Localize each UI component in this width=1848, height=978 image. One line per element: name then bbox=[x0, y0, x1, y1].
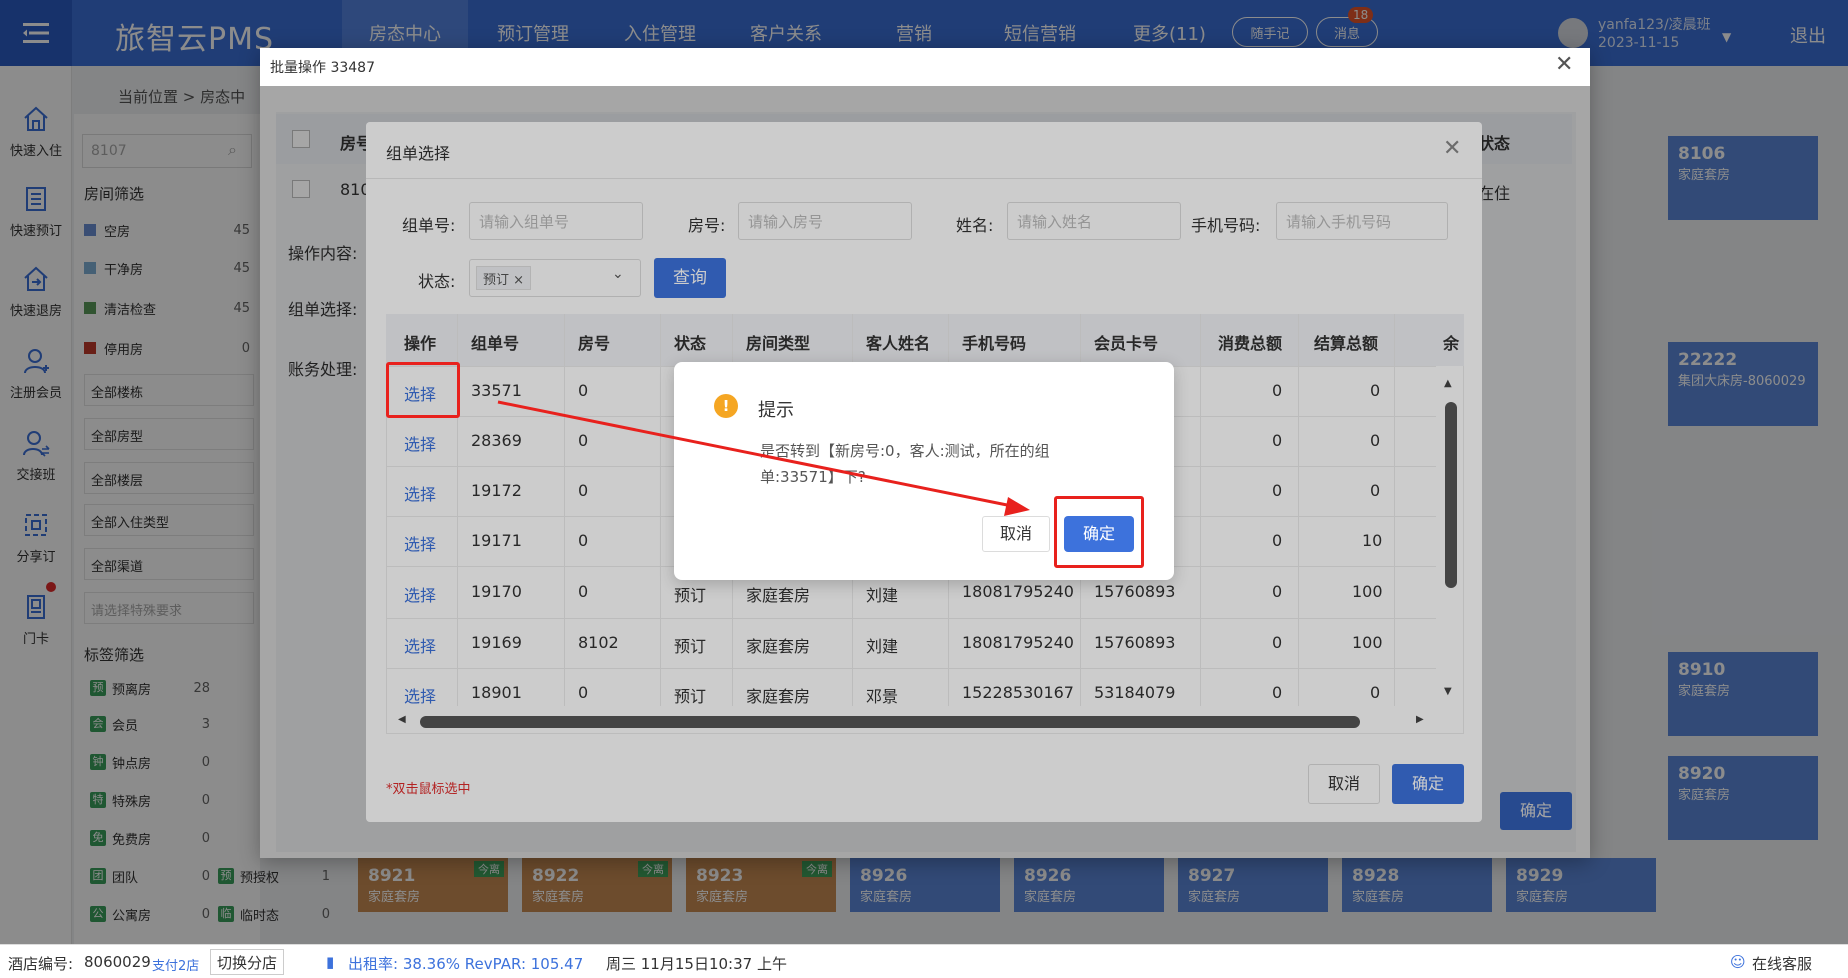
confirm-cancel-button[interactable]: 取消 bbox=[982, 516, 1050, 552]
annotation-highlight-ok bbox=[1054, 496, 1144, 568]
status-bar: 酒店编号: 8060029 支付2店 切换分店 ▮ 出租率: 38.36% Re… bbox=[0, 944, 1848, 978]
headset-icon[interactable]: ☺ bbox=[1730, 953, 1746, 971]
chart-icon: ▮ bbox=[326, 953, 335, 971]
switch-branch-button[interactable]: 切换分店 bbox=[210, 949, 285, 975]
store-no-label: 酒店编号: bbox=[8, 955, 74, 973]
current-datetime: 周三 11月15日10:37 上午 bbox=[606, 955, 787, 973]
annotation-highlight-select bbox=[386, 362, 460, 418]
store-no: 8060029 bbox=[84, 953, 151, 971]
warning-icon: ! bbox=[714, 394, 738, 418]
batch-dialog-title: 批量操作 33487 bbox=[270, 60, 375, 76]
confirm-message: 是否转到【新房号:0，客人:测试，所在的组单:33571】下? bbox=[760, 442, 1050, 486]
app-root: 旅智云PMS 房态中心 预订管理 入住管理 客户关系 营销 短信营销 更多(11… bbox=[0, 0, 1848, 978]
confirm-title: 提示 bbox=[758, 400, 794, 421]
branch-link[interactable]: 支付2店 bbox=[152, 955, 199, 974]
close-icon[interactable]: ✕ bbox=[1555, 54, 1573, 76]
occupancy-stats: 出租率: 38.36% RevPAR: 105.47 bbox=[348, 955, 584, 973]
online-service-link[interactable]: 在线客服 bbox=[1752, 953, 1812, 974]
